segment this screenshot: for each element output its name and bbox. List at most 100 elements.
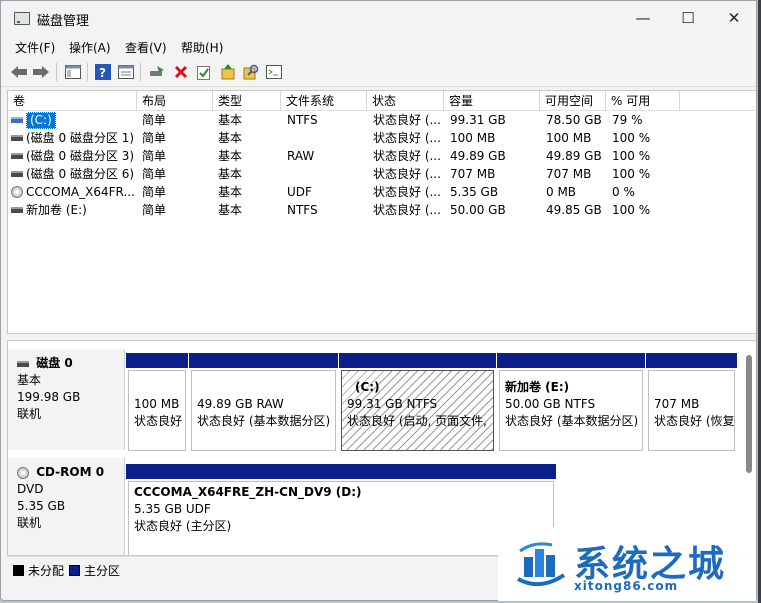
volume-icon [11, 207, 23, 213]
volume-status-cell: 状态良好 (... [373, 131, 441, 145]
partition-status: 状态良好 (主分区) [134, 519, 232, 533]
unallocated-swatch [13, 565, 24, 576]
volume-name-cell: 新加卷 (E:) [11, 201, 139, 219]
column-header-capacity[interactable]: 容量 [444, 91, 540, 111]
cdrom-0-partition[interactable]: CCCOMA_X64FRE_ZH-CN_DV9 (D:) 5.35 GB UDF… [126, 464, 556, 555]
partition-body: 100 MB 状态良好 [128, 370, 186, 451]
watermark: 系统之城 xitong86.com [498, 527, 756, 601]
back-icon[interactable] [10, 63, 28, 81]
volume-pct-cell: 100 % [612, 149, 651, 163]
disk-0-label[interactable]: 磁盘 0 基本 199.98 GB 联机 [8, 349, 125, 450]
svg-text:?: ? [99, 66, 106, 80]
hard-disk-icon [17, 360, 29, 367]
volume-status-cell: 状态良好 (... [373, 113, 441, 127]
minimize-button[interactable]: — [620, 1, 666, 35]
check-icon[interactable] [195, 63, 213, 81]
volume-name-cell: (磁盘 0 磁盘分区 3) [11, 147, 139, 165]
console-icon[interactable] [265, 63, 283, 81]
column-header-layout[interactable]: 布局 [137, 91, 213, 111]
maximize-button[interactable]: ☐ [665, 1, 711, 35]
disk-0-partition-6[interactable]: 707 MB 状态良好 (恢复 [646, 353, 737, 451]
legend-unallocated-label: 未分配 [28, 564, 65, 578]
toolbar: ? [1, 57, 756, 87]
menu-bar: 文件(F) 操作(A) 查看(V) 帮助(H) [1, 35, 756, 57]
partition-title: 新加卷 (E:) [505, 380, 570, 394]
disk-0-state: 联机 [17, 407, 42, 421]
view-icon[interactable] [64, 63, 82, 81]
volume-name: (磁盘 0 磁盘分区 3) [26, 149, 135, 163]
properties-icon[interactable] [117, 63, 135, 81]
volume-row[interactable]: (C:) 简单 基本 NTFS 状态良好 (... 99.31 GB 78.50 GB 79 … [8, 111, 756, 129]
cd-drive-icon [17, 466, 29, 479]
volume-capacity-cell: 49.89 GB [450, 149, 506, 163]
partition-size: 100 MB [134, 397, 180, 411]
partition-status: 状态良好 [134, 414, 183, 428]
volume-row[interactable]: (磁盘 0 磁盘分区 1) 简单 基本 状态良好 (... 100 MB 100 MB 10… [8, 129, 756, 147]
column-header-percent-free[interactable]: % 可用 [606, 91, 680, 111]
menu-view[interactable]: 查看(V) [125, 39, 167, 56]
toolbar-separator [87, 63, 88, 81]
menu-help[interactable]: 帮助(H) [181, 39, 223, 56]
legend-primary: 主分区 [69, 562, 120, 579]
partition-size: 99.31 GB NTFS [347, 397, 438, 411]
volume-name-cell: (C:) [11, 111, 139, 129]
volume-fs-cell: NTFS [287, 113, 318, 127]
window-title: 磁盘管理 [37, 14, 90, 29]
disk-0-partition-1[interactable]: 100 MB 状态良好 [126, 353, 188, 451]
cdrom-0-label[interactable]: CD-ROM 0 DVD 5.35 GB 联机 [8, 458, 125, 555]
volume-name: (磁盘 0 磁盘分区 6) [26, 167, 135, 181]
close-button[interactable]: ✕ [711, 1, 756, 35]
legend-unallocated: 未分配 [13, 562, 64, 579]
disk-0-partition-3[interactable]: 49.89 GB RAW 状态良好 (基本数据分区) [189, 353, 338, 451]
volume-row[interactable]: (磁盘 0 磁盘分区 3) 简单 基本 RAW 状态良好 (... 49.89 GB 49.… [8, 147, 756, 165]
disk-0-partition-e[interactable]: 新加卷 (E:) 50.00 GB NTFS 状态良好 (基本数据分区) [497, 353, 645, 451]
volume-capacity-cell: 5.35 GB [450, 185, 499, 199]
partition-size: 707 MB [654, 397, 700, 411]
disk-graphical-view: 磁盘 0 基本 199.98 GB 联机 100 MB 状态良好 49.89 G… [7, 340, 756, 556]
rescan-icon[interactable] [219, 63, 237, 81]
search-icon[interactable] [242, 63, 260, 81]
partition-status: 状态良好 (基本数据分区) [505, 414, 639, 428]
menu-action[interactable]: 操作(A) [69, 39, 111, 56]
column-header-volume[interactable]: 卷 [8, 91, 137, 111]
vertical-scrollbar[interactable] [746, 355, 752, 473]
volume-row[interactable]: 新加卷 (E:) 简单 基本 NTFS 状态良好 (... 50.00 GB 49.85 G… [8, 201, 756, 219]
partition-status: 状态良好 (恢复 [654, 414, 735, 428]
help-icon[interactable]: ? [94, 63, 112, 81]
column-header-free-space[interactable]: 可用空间 [540, 91, 606, 111]
forward-icon[interactable] [32, 63, 50, 81]
volume-layout-cell: 简单 [142, 185, 167, 199]
volume-row[interactable]: (磁盘 0 磁盘分区 6) 简单 基本 状态良好 (... 707 MB 707 MB 10… [8, 165, 756, 183]
volume-pct-cell: 79 % [612, 113, 643, 127]
volume-fs-cell: NTFS [287, 203, 318, 217]
menu-file[interactable]: 文件(F) [15, 39, 55, 56]
volume-type-cell: 基本 [218, 185, 243, 199]
volume-fs-cell: UDF [287, 185, 312, 199]
volume-free-cell: 707 MB [546, 167, 592, 181]
partition-header-bar [339, 353, 496, 368]
volume-pct-cell: 0 % [612, 185, 635, 199]
volume-type-cell: 基本 [218, 131, 243, 145]
volume-name: CCCOMA_X64FR... [26, 185, 135, 199]
volume-name-cell: (磁盘 0 磁盘分区 1) [11, 129, 139, 147]
volume-type-cell: 基本 [218, 203, 243, 217]
partition-header-bar [497, 353, 645, 368]
volume-capacity-cell: 707 MB [450, 167, 496, 181]
disk-0-partition-c[interactable]: (C:) 99.31 GB NTFS 状态良好 (启动, 页面文件, [339, 353, 496, 451]
column-header-filesystem[interactable]: 文件系统 [281, 91, 367, 111]
volume-layout-cell: 简单 [142, 203, 167, 217]
connect-icon[interactable] [148, 63, 166, 81]
volume-layout-cell: 简单 [142, 167, 167, 181]
volume-free-cell: 100 MB [546, 131, 592, 145]
column-header-status[interactable]: 状态 [367, 91, 444, 111]
column-header-type[interactable]: 类型 [213, 91, 281, 111]
volume-free-cell: 49.89 GB [546, 149, 602, 163]
partition-size: 49.89 GB RAW [197, 397, 284, 411]
partition-size: 5.35 GB UDF [134, 502, 211, 516]
delete-icon[interactable] [172, 63, 190, 81]
partition-body: 707 MB 状态良好 (恢复 [648, 370, 735, 451]
partition-header-bar [646, 353, 737, 368]
volume-name: (C:) [26, 111, 56, 129]
volume-row[interactable]: CCCOMA_X64FR... 简单 基本 UDF 状态良好 (... 5.35 GB 0 … [8, 183, 756, 201]
legend-primary-label: 主分区 [84, 564, 121, 578]
